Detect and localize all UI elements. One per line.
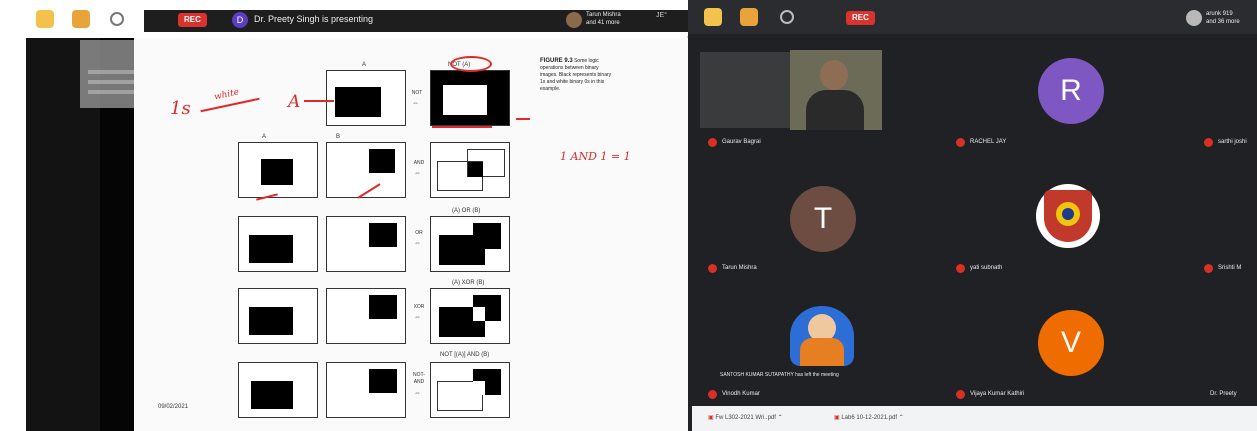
participant-count: arunk 919 and 36 more <box>1206 10 1254 26</box>
caption-title: FIGURE 9.3 <box>540 58 573 64</box>
op-label-not-and: NOT-AND <box>413 372 425 385</box>
participant-name: Srishti M <box>1218 265 1242 271</box>
avatar: T <box>790 186 856 252</box>
raise-hand-icon[interactable] <box>72 10 90 28</box>
top-user-name: Tarun Mishra <box>586 12 621 18</box>
download-item[interactable]: ▣ Lab6 10-12-2021.pdf ⌃ <box>834 414 904 421</box>
ink-dash <box>516 118 530 120</box>
ink-a: A <box>288 92 301 112</box>
result-not-panel <box>430 70 510 126</box>
ink-1s: 1s <box>170 98 191 119</box>
participant-avatar[interactable] <box>1186 10 1202 26</box>
row-xor-result <box>430 288 510 344</box>
op-label-and: AND <box>413 160 425 166</box>
result-label-xor: (A) XOR (B) <box>452 280 485 286</box>
participant-name: yati subnath <box>970 265 1003 271</box>
ink-arrow <box>304 100 334 102</box>
row-notand-b <box>326 362 406 418</box>
top-user-name: arunk 919 <box>1206 11 1233 17</box>
thumbs-up-icon[interactable] <box>36 10 54 28</box>
mic-muted-icon <box>956 390 965 399</box>
download-filename: Fw L302-2021 Wri..pdf <box>715 415 776 421</box>
mic-muted-icon <box>1204 138 1213 147</box>
double-arrow-icon: ⇔ <box>414 240 421 247</box>
camera-feed <box>790 50 882 130</box>
row-or-b <box>326 216 406 272</box>
top-user-more: and 36 more <box>1206 19 1240 25</box>
mic-muted-icon <box>956 264 965 273</box>
avatar: R <box>1038 58 1104 124</box>
recording-badge: REC <box>178 13 207 27</box>
double-arrow-icon: ⇔ <box>412 100 419 107</box>
caption-icon[interactable]: JE° <box>656 12 678 22</box>
participant-name: Tarun Mishra <box>722 265 757 271</box>
avatar: V <box>1038 310 1104 376</box>
participant-name: Dr. Preety <box>1210 391 1237 397</box>
mic-muted-icon <box>708 138 717 147</box>
result-label-or: (A) OR (B) <box>452 208 481 214</box>
mic-muted-icon <box>708 390 717 399</box>
ink-circle-not <box>450 56 492 72</box>
participant-name: Vijaya Kumar Kathiri <box>970 391 1025 397</box>
left-meeting-notice: SANTOSH KUMAR SUTAPATHY has left the mee… <box>720 372 839 378</box>
participant-name: Vinodh Kumar <box>722 391 760 397</box>
row-notand-result <box>430 362 510 418</box>
more-options-icon[interactable] <box>780 10 794 24</box>
participant-name: Gaurav Bagrai <box>722 139 761 145</box>
result-label-not-and: NOT [(A)] AND (B) <box>440 352 490 358</box>
download-filename: Lab6 10-12-2021.pdf <box>841 415 898 421</box>
blurred-overlay <box>700 52 792 128</box>
ink-and-equation: 1 AND 1 = 1 <box>560 150 631 163</box>
mic-muted-icon <box>1204 264 1213 273</box>
op-label-or: OR <box>415 230 423 236</box>
col-a-label: A <box>262 134 267 140</box>
participant-avatar[interactable] <box>566 12 582 28</box>
figure-caption: FIGURE 9.3 Some logic operations between… <box>540 58 612 93</box>
row-xor-a <box>238 288 318 344</box>
mic-muted-icon <box>708 264 717 273</box>
double-arrow-icon: ⇔ <box>414 170 421 177</box>
presenting-text: Dr. Preety Singh is presenting <box>254 14 374 24</box>
participant-name: RACHEL JAY <box>970 139 1007 145</box>
participant-name: sarthi joshi <box>1218 139 1247 145</box>
double-arrow-icon: ⇔ <box>414 390 421 397</box>
op-label-xor: XOR <box>413 304 425 310</box>
row-and-result <box>430 142 510 198</box>
participant-count: Tarun Mishra and 41 more <box>586 11 634 27</box>
top-col-label: A <box>362 62 367 68</box>
right-top-bar: JE° <box>656 0 1257 34</box>
top-user-more: and 41 more <box>586 20 620 26</box>
row-notand-a <box>238 362 318 418</box>
image-a-panel <box>326 70 406 126</box>
col-b-label: B <box>336 134 341 140</box>
op-label-not: NOT <box>411 90 423 96</box>
left-meeting-window: REC D Dr. Preety Singh is presenting Tar… <box>0 0 688 431</box>
double-arrow-icon: ⇔ <box>414 314 421 321</box>
raise-hand-icon[interactable] <box>740 8 758 26</box>
screen: REC D Dr. Preety Singh is presenting Tar… <box>0 0 1257 431</box>
slide-date: 09/02/2021 <box>158 404 189 410</box>
ink-underline-result <box>432 126 492 128</box>
pdf-icon: ▣ <box>834 415 840 421</box>
recording-badge: REC <box>846 11 875 25</box>
institution-logo <box>1036 184 1100 248</box>
row-and-b <box>326 142 406 198</box>
profile-picture <box>790 306 854 366</box>
row-xor-b <box>326 288 406 344</box>
pdf-icon: ▣ <box>708 415 714 421</box>
row-or-a <box>238 216 318 272</box>
thumbs-up-icon[interactable] <box>704 8 722 26</box>
presenter-avatar: D <box>232 12 248 28</box>
mic-muted-icon <box>956 138 965 147</box>
download-item[interactable]: ▣ Fw L302-2021 Wri..pdf ⌃ <box>708 414 783 421</box>
row-and-a <box>238 142 318 198</box>
row-or-result <box>430 216 510 272</box>
more-options-icon[interactable] <box>110 12 124 26</box>
